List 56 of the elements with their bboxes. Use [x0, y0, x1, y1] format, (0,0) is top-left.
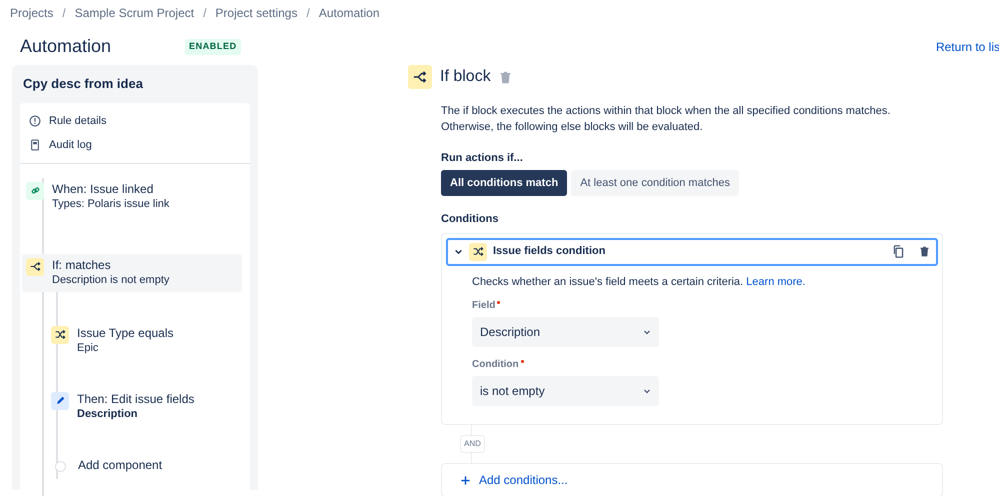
learn-more-link[interactable]: Learn more. [746, 276, 806, 288]
rule-step[interactable]: Then: Edit issue fields Description [47, 388, 242, 426]
rule-name: Cpy desc from idea [23, 75, 144, 93]
sidebar-item[interactable]: Rule details [20, 108, 250, 133]
add-conditions-button[interactable]: Add conditions... [441, 463, 943, 496]
step-subtitle: Epic [77, 340, 100, 356]
rule-step[interactable]: If: matches Description is not empty [22, 254, 242, 292]
step-title: Add component [78, 458, 162, 472]
copy-button[interactable] [892, 245, 905, 258]
field-label: Condition [472, 358, 519, 372]
step-subtitle: Description is not empty [52, 272, 170, 288]
sidebar-item[interactable]: Audit log [20, 133, 250, 158]
document-icon [29, 139, 41, 152]
shuffle-tile-icon [469, 242, 487, 260]
block-title: If block [440, 67, 491, 87]
breadcrumb-link[interactable]: Automation [318, 4, 380, 22]
step-title: If: matches [52, 258, 112, 272]
branch-tile-icon [408, 65, 432, 89]
option-button[interactable]: All conditions match [441, 170, 568, 196]
and-chip: AND [460, 435, 485, 453]
rule-step[interactable]: Issue Type equals Epic [47, 322, 242, 360]
rule-step[interactable]: When: Issue linked Types: Polaris issue link [22, 178, 242, 216]
breadcrumb-link[interactable]: Projects [10, 4, 54, 22]
info-icon [29, 114, 41, 127]
page-title: Automation [20, 36, 112, 58]
option-button[interactable]: At least one condition matches [571, 170, 739, 196]
chevron-down-icon [643, 387, 651, 395]
breadcrumb-link[interactable]: Project settings [215, 4, 298, 22]
breadcrumb-link[interactable]: Sample Scrum Project [74, 4, 194, 22]
select-field[interactable]: Description [472, 317, 659, 347]
expand-toggle[interactable] [454, 247, 463, 256]
step-subtitle: Description [77, 406, 139, 422]
step-title: When: Issue linked [52, 182, 154, 196]
run-label: Run actions if... [441, 151, 524, 166]
field-label: Field [472, 299, 496, 313]
plus-icon [460, 474, 471, 486]
condition-title: Issue fields condition [493, 244, 606, 260]
help-text: Checks whether an issue's field meets a certain criteria. Learn more. [472, 274, 806, 290]
pencil-tile-icon [51, 392, 69, 410]
delete-button[interactable] [919, 246, 930, 257]
step-title: Issue Type equals [77, 326, 174, 340]
conditions-label: Conditions [441, 212, 500, 227]
status-badge: ENABLED [185, 39, 241, 55]
step-title: Then: Edit issue fields [77, 392, 194, 406]
breadcrumb-separator: / [202, 5, 208, 22]
block-description: The if block executes the actions within that block when the all specified conditions matches. Otherwise, the following else blocks will be evaluated. [441, 104, 892, 135]
step-subtitle: Types: Polaris issue link [52, 196, 170, 212]
link-tile-icon [26, 182, 44, 200]
breadcrumb-separator: / [61, 5, 67, 22]
condition-header[interactable]: Issue fields condition [446, 238, 938, 266]
chevron-down-icon [643, 328, 651, 336]
select-field[interactable]: is not empty [472, 376, 659, 406]
breadcrumb-separator: / [305, 5, 311, 22]
rule-step[interactable]: Add component [47, 454, 242, 478]
shuffle-tile-icon [51, 326, 69, 344]
branch-tile-icon [26, 258, 44, 276]
